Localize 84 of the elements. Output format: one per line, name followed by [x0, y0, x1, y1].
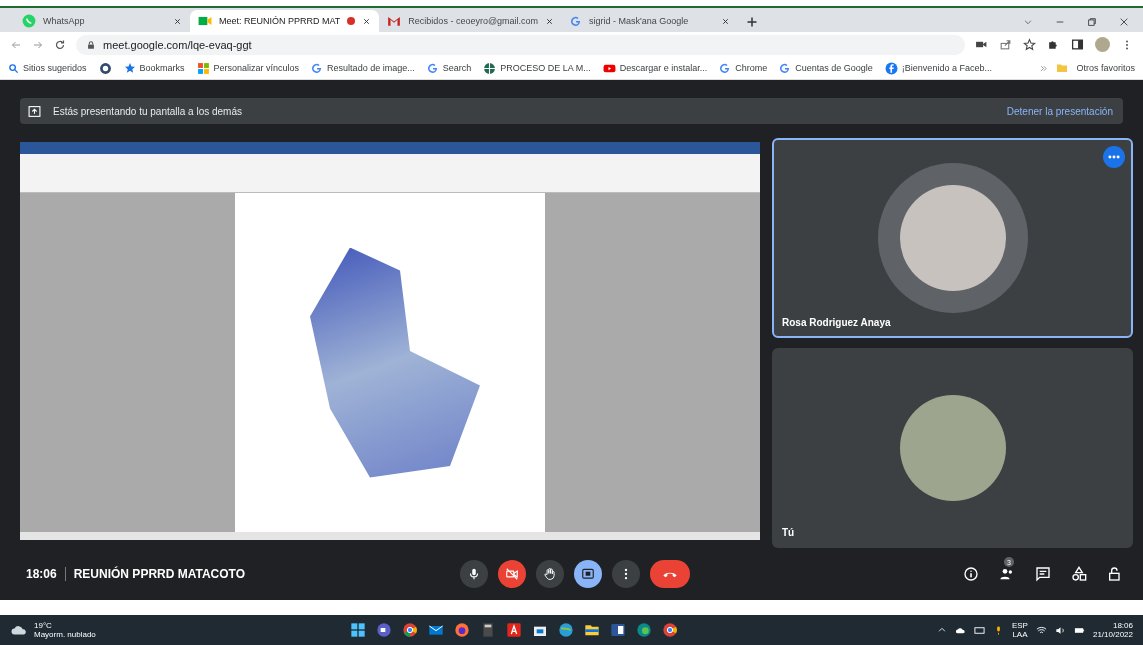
- weather-condition: Mayorm. nublado: [34, 630, 96, 639]
- bookmark-link[interactable]: Cuentas de Google: [795, 63, 873, 73]
- reload-icon[interactable]: [54, 38, 66, 51]
- address-bar[interactable]: meet.google.com/lqe-evaq-ggt: [76, 34, 965, 55]
- google-g-icon: [426, 62, 439, 74]
- video-chat-icon[interactable]: [376, 622, 392, 638]
- side-panel-icon[interactable]: [1071, 38, 1084, 51]
- share-icon[interactable]: [999, 38, 1012, 51]
- google-g-icon: [570, 15, 583, 27]
- search-icon: [8, 62, 19, 74]
- mic-button[interactable]: [459, 560, 488, 588]
- whatsapp-icon: [22, 14, 36, 28]
- bookmark-link[interactable]: Descargar e instalar...: [619, 63, 708, 73]
- input-language[interactable]: ESP: [1011, 621, 1028, 630]
- star-icon: [123, 62, 136, 74]
- facebook-icon: [884, 61, 898, 75]
- bookmark-link[interactable]: PROCESO DE LA M...: [500, 63, 591, 73]
- meeting-title: REUNIÓN PPRRD MATACOTO: [73, 567, 246, 581]
- word-icon[interactable]: [610, 622, 626, 638]
- participant-name: Tú: [782, 527, 795, 538]
- close-icon[interactable]: [721, 16, 731, 26]
- chat-icon[interactable]: [1035, 566, 1051, 582]
- bookmark-link[interactable]: Resultado de image...: [327, 63, 415, 73]
- lock-icon: [86, 39, 96, 50]
- firefox-icon[interactable]: [454, 622, 470, 638]
- shapes-icon[interactable]: [1071, 566, 1087, 582]
- bookmark-link[interactable]: Chrome: [735, 63, 768, 73]
- bookmark-link[interactable]: Search: [442, 63, 472, 73]
- folder-icon: [1056, 62, 1069, 74]
- present-button[interactable]: [573, 560, 602, 588]
- chevron-up-icon[interactable]: [936, 625, 947, 635]
- temperature: 19°C: [34, 621, 53, 630]
- puzzle-piece-icon[interactable]: [1047, 38, 1060, 51]
- keyboard-layout[interactable]: LAA: [1012, 630, 1028, 639]
- camera-button[interactable]: [497, 560, 526, 588]
- close-icon[interactable]: [545, 16, 555, 26]
- browser-tab[interactable]: Meet: REUNIÓN PPRRD MAT: [190, 10, 380, 32]
- close-icon[interactable]: [362, 16, 372, 26]
- hand-icon: [542, 567, 557, 581]
- restore-icon[interactable]: [1087, 17, 1097, 27]
- close-icon[interactable]: [1119, 17, 1129, 27]
- clock-date: 21/10/2022: [1092, 630, 1133, 639]
- present-screen-icon: [28, 104, 41, 118]
- chrome-icon[interactable]: [402, 622, 418, 638]
- mail-icon: [387, 14, 402, 28]
- chrome-icon[interactable]: [662, 622, 678, 638]
- leave-button[interactable]: [649, 560, 690, 588]
- wifi-icon: [1035, 624, 1047, 636]
- browser-tab[interactable]: WhatsApp: [14, 10, 190, 32]
- windows-start-icon[interactable]: [350, 622, 366, 638]
- circle-logo-icon: [98, 61, 112, 75]
- video-camera-icon: [198, 14, 212, 28]
- tiles-icon: [196, 61, 210, 75]
- bookmark-folder[interactable]: Otros favoritos: [1076, 63, 1135, 73]
- plus-icon[interactable]: [746, 16, 759, 28]
- participant-name: Rosa Rodriguez Anaya: [782, 317, 891, 328]
- globe-icon[interactable]: [558, 622, 574, 638]
- camera-off-icon: [504, 567, 519, 581]
- acrobat-icon[interactable]: [506, 622, 522, 638]
- google-g-icon: [779, 62, 792, 74]
- present-screen-icon: [580, 567, 595, 581]
- edge-icon[interactable]: [636, 622, 652, 638]
- bookmark-link[interactable]: Personalizar vínculos: [213, 63, 300, 73]
- browser-tab[interactable]: sigrid - Mask'ana Google: [562, 10, 739, 32]
- meeting-time: 18:06: [26, 567, 57, 581]
- clock-time: 18:06: [1112, 621, 1133, 630]
- info-icon[interactable]: [963, 566, 979, 582]
- browser-tab[interactable]: Recibidos - ceoeyro@gmail.com: [379, 10, 563, 32]
- speaker-icon: [1054, 624, 1066, 636]
- more-options-button[interactable]: [1103, 146, 1125, 168]
- calculator-icon[interactable]: [480, 622, 496, 638]
- bookmark-link[interactable]: Sitios sugeridos: [23, 63, 87, 73]
- hand-button[interactable]: [535, 560, 564, 588]
- close-icon[interactable]: [173, 16, 182, 26]
- bookmark-link[interactable]: Bookmarks: [139, 63, 185, 73]
- people-icon[interactable]: [999, 566, 1015, 582]
- google-g-icon: [719, 62, 732, 74]
- stop-presenting-button[interactable]: Detener la presentación: [1004, 103, 1115, 119]
- google-g-icon: [311, 62, 324, 74]
- folder-icon[interactable]: [584, 622, 600, 638]
- star-outline-icon[interactable]: [1023, 38, 1036, 51]
- globe-icon: [483, 61, 497, 75]
- bookmark-link[interactable]: ¡Bienvenido a Faceb...: [901, 63, 992, 73]
- presenting-message: Estás presentando tu pantalla a los demás: [53, 105, 242, 117]
